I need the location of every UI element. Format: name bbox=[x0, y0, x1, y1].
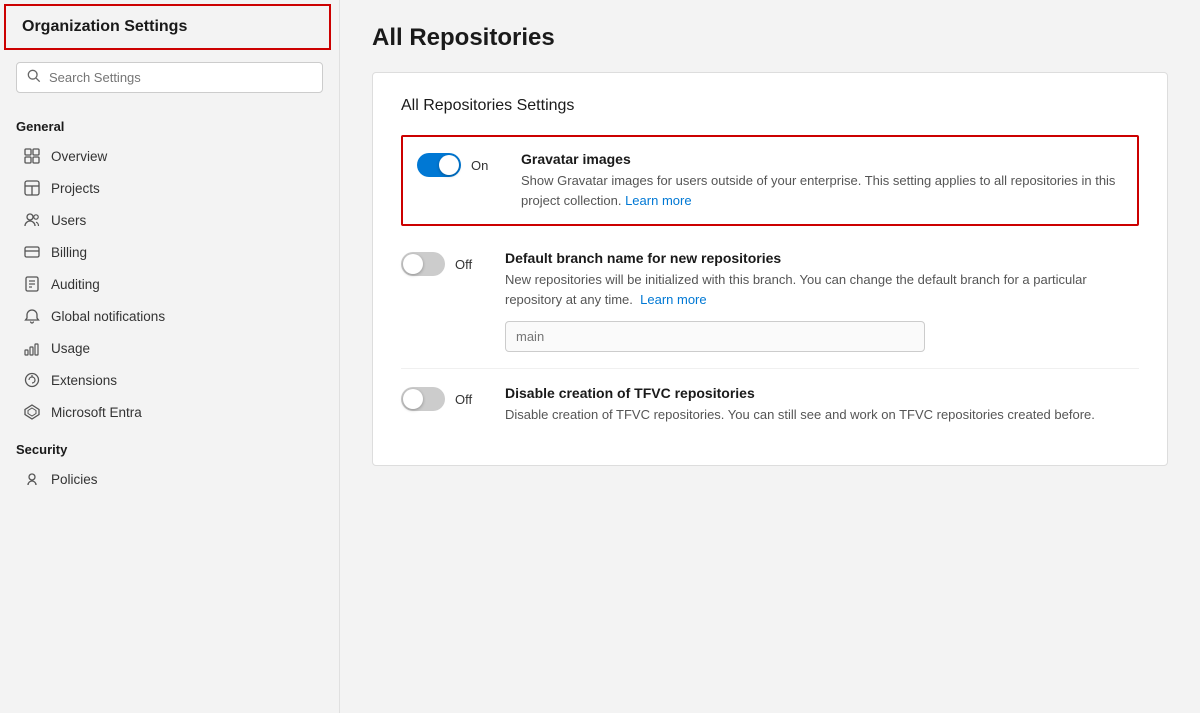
policies-icon bbox=[23, 470, 41, 488]
gravatar-desc: Show Gravatar images for users outside o… bbox=[521, 171, 1123, 210]
sidebar-item-extensions-label: Extensions bbox=[51, 373, 117, 388]
users-icon bbox=[23, 211, 41, 229]
gravatar-desc-text: Show Gravatar images for users outside o… bbox=[521, 173, 1115, 208]
default-branch-learn-more[interactable]: Learn more bbox=[640, 292, 706, 307]
tfvc-toggle-area: Off bbox=[401, 385, 481, 411]
sidebar-item-usage[interactable]: Usage bbox=[0, 332, 339, 364]
gravatar-toggle-label: On bbox=[471, 158, 488, 173]
billing-icon bbox=[23, 243, 41, 261]
gravatar-setting-row: On Gravatar images Show Gravatar images … bbox=[401, 135, 1139, 226]
gravatar-learn-more[interactable]: Learn more bbox=[625, 193, 691, 208]
default-branch-toggle[interactable] bbox=[401, 252, 445, 276]
main-content: All Repositories All Repositories Settin… bbox=[340, 0, 1200, 713]
sidebar-item-overview-label: Overview bbox=[51, 149, 107, 164]
sidebar-item-usage-label: Usage bbox=[51, 341, 90, 356]
entra-icon bbox=[23, 403, 41, 421]
tfvc-info: Disable creation of TFVC repositories Di… bbox=[505, 385, 1139, 425]
tfvc-title: Disable creation of TFVC repositories bbox=[505, 385, 1139, 401]
sidebar-item-auditing-label: Auditing bbox=[51, 277, 100, 292]
sidebar-item-users-label: Users bbox=[51, 213, 86, 228]
notifications-icon bbox=[23, 307, 41, 325]
projects-icon bbox=[23, 179, 41, 197]
page-title: All Repositories bbox=[372, 24, 1168, 52]
gravatar-info: Gravatar images Show Gravatar images for… bbox=[521, 151, 1123, 210]
sidebar-item-microsoft-entra-label: Microsoft Entra bbox=[51, 405, 142, 420]
default-branch-toggle-area: Off bbox=[401, 250, 481, 276]
settings-card: All Repositories Settings On Gravatar im… bbox=[372, 72, 1168, 466]
sidebar-item-billing[interactable]: Billing bbox=[0, 236, 339, 268]
extensions-icon bbox=[23, 371, 41, 389]
search-icon bbox=[27, 69, 41, 86]
gravatar-title: Gravatar images bbox=[521, 151, 1123, 167]
sidebar-item-global-notifications-label: Global notifications bbox=[51, 309, 165, 324]
sidebar-item-extensions[interactable]: Extensions bbox=[0, 364, 339, 396]
sidebar-item-microsoft-entra[interactable]: Microsoft Entra bbox=[0, 396, 339, 428]
default-branch-desc-text: New repositories will be initialized wit… bbox=[505, 272, 1087, 307]
default-branch-toggle-thumb bbox=[403, 254, 423, 274]
tfvc-desc: Disable creation of TFVC repositories. Y… bbox=[505, 405, 1139, 425]
search-input[interactable] bbox=[49, 70, 312, 85]
sidebar-item-users[interactable]: Users bbox=[0, 204, 339, 236]
section-header-general: General bbox=[0, 109, 339, 140]
overview-icon bbox=[23, 147, 41, 165]
sidebar-item-projects-label: Projects bbox=[51, 181, 100, 196]
default-branch-desc: New repositories will be initialized wit… bbox=[505, 270, 1139, 309]
usage-icon bbox=[23, 339, 41, 357]
gravatar-toggle[interactable] bbox=[417, 153, 461, 177]
default-branch-info: Default branch name for new repositories… bbox=[505, 250, 1139, 352]
sidebar-item-projects[interactable]: Projects bbox=[0, 172, 339, 204]
tfvc-toggle-label: Off bbox=[455, 392, 472, 407]
tfvc-toggle-thumb bbox=[403, 389, 423, 409]
search-box[interactable] bbox=[16, 62, 323, 93]
default-branch-input[interactable] bbox=[505, 321, 925, 352]
sidebar-item-policies[interactable]: Policies bbox=[0, 463, 339, 495]
sidebar-item-billing-label: Billing bbox=[51, 245, 87, 260]
section-header-security: Security bbox=[0, 432, 339, 463]
gravatar-toggle-thumb bbox=[439, 155, 459, 175]
sidebar-item-auditing[interactable]: Auditing bbox=[0, 268, 339, 300]
sidebar-item-overview[interactable]: Overview bbox=[0, 140, 339, 172]
default-branch-setting-row: Off Default branch name for new reposito… bbox=[401, 234, 1139, 369]
auditing-icon bbox=[23, 275, 41, 293]
org-settings-title: Organization Settings bbox=[4, 4, 331, 50]
sidebar-item-global-notifications[interactable]: Global notifications bbox=[0, 300, 339, 332]
card-section-title: All Repositories Settings bbox=[401, 97, 1139, 115]
gravatar-toggle-area: On bbox=[417, 151, 497, 177]
tfvc-toggle[interactable] bbox=[401, 387, 445, 411]
sidebar-item-policies-label: Policies bbox=[51, 472, 98, 487]
default-branch-title: Default branch name for new repositories bbox=[505, 250, 1139, 266]
tfvc-setting-row: Off Disable creation of TFVC repositorie… bbox=[401, 369, 1139, 441]
sidebar: Organization Settings General Overview bbox=[0, 0, 340, 713]
default-branch-toggle-label: Off bbox=[455, 257, 472, 272]
